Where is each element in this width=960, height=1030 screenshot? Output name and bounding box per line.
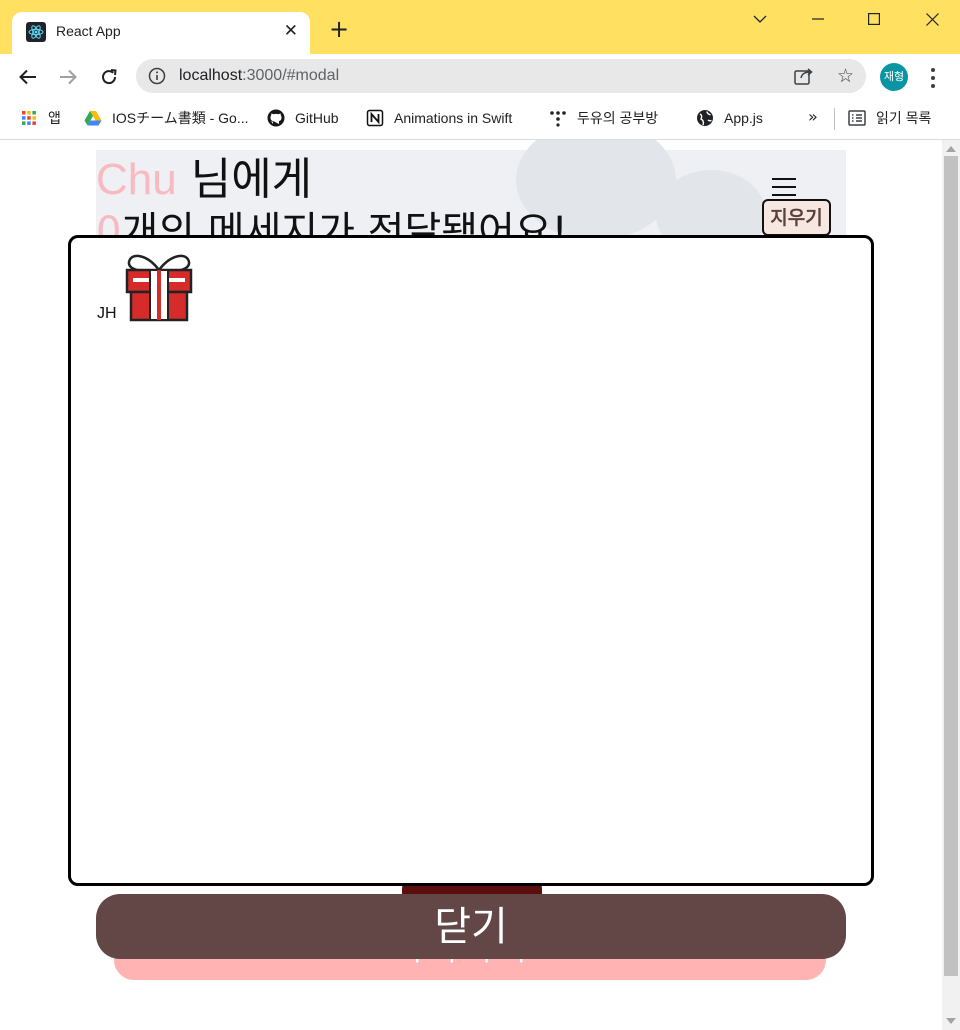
erase-button[interactable]: 지우기 bbox=[762, 199, 831, 236]
reading-list-label: 읽기 목록 bbox=[876, 110, 932, 126]
message-item[interactable]: JH bbox=[95, 242, 205, 322]
tab-search-icon[interactable] bbox=[732, 0, 788, 38]
bookmarks-bar: 앱 IOSチーム書類 - Go... GitHub Animations in … bbox=[0, 100, 960, 140]
bookmark-ios-docs[interactable]: IOSチーム書類 - Go... bbox=[84, 107, 248, 129]
url-path: :3000/#modal bbox=[242, 67, 340, 84]
browser-tab[interactable]: React App ✕ bbox=[12, 12, 310, 54]
scroll-thumb[interactable] bbox=[944, 156, 958, 976]
minimize-icon[interactable] bbox=[790, 0, 846, 38]
close-window-icon[interactable] bbox=[904, 0, 960, 38]
bookmark-label: App.js bbox=[724, 110, 763, 126]
google-drive-icon bbox=[84, 109, 102, 127]
message-modal: JH bbox=[68, 235, 874, 886]
dots-icon bbox=[549, 109, 567, 127]
nickname: Chu bbox=[96, 155, 177, 204]
bookmark-label: GitHub bbox=[295, 110, 339, 126]
notion-icon bbox=[366, 109, 384, 127]
hamburger-menu-icon[interactable] bbox=[772, 178, 798, 196]
forward-icon[interactable] bbox=[54, 63, 82, 91]
page-scrollbar[interactable] bbox=[942, 140, 960, 1030]
greeting-suffix: 님에게 bbox=[190, 154, 313, 205]
reading-list-icon bbox=[848, 109, 866, 127]
close-modal-button[interactable]: 닫기 bbox=[96, 894, 846, 959]
globe-icon bbox=[696, 109, 714, 127]
github-icon bbox=[267, 109, 285, 127]
bookmark-apps[interactable]: 앱 bbox=[20, 107, 61, 129]
reload-icon[interactable] bbox=[95, 63, 123, 91]
browser-toolbar: localhost:3000/#modal ☆ 재형 bbox=[0, 54, 960, 100]
bookmarks-overflow-icon[interactable]: » bbox=[808, 107, 818, 126]
tab-close-icon[interactable]: ✕ bbox=[284, 21, 298, 41]
address-bar[interactable]: localhost:3000/#modal ☆ bbox=[136, 59, 866, 93]
bookmark-github[interactable]: GitHub bbox=[267, 107, 339, 129]
scroll-up-arrow-icon[interactable] bbox=[946, 146, 956, 152]
site-info-icon[interactable] bbox=[148, 67, 166, 85]
url-host: localhost bbox=[179, 67, 243, 84]
browser-titlebar: React App ✕ + bbox=[0, 0, 960, 54]
browser-menu-icon[interactable] bbox=[922, 65, 944, 91]
react-logo-icon bbox=[26, 22, 46, 42]
bookmark-star-icon[interactable]: ☆ bbox=[837, 66, 854, 86]
profile-avatar[interactable]: 재형 bbox=[880, 63, 908, 91]
bookmark-label: Animations in Swift bbox=[394, 110, 513, 126]
bookmark-label: IOSチーム書類 - Go... bbox=[112, 110, 249, 126]
bookmark-appjs[interactable]: App.js bbox=[696, 107, 763, 129]
tab-title: React App bbox=[56, 23, 121, 39]
url-text[interactable]: localhost:3000/#modal bbox=[179, 67, 339, 85]
apps-grid-icon bbox=[20, 109, 38, 127]
bookmark-animations[interactable]: Animations in Swift bbox=[366, 107, 512, 129]
back-icon[interactable] bbox=[14, 63, 42, 91]
share-icon[interactable] bbox=[794, 67, 814, 89]
bookmark-study-room[interactable]: 두유의 공부방 bbox=[549, 107, 658, 129]
gift-icon bbox=[125, 254, 193, 322]
scroll-down-arrow-icon[interactable] bbox=[946, 1018, 956, 1024]
bookmark-label: 앱 bbox=[48, 110, 61, 126]
new-tab-button[interactable]: + bbox=[326, 16, 352, 42]
message-sender: JH bbox=[97, 305, 117, 322]
maximize-icon[interactable] bbox=[846, 0, 902, 38]
bookmarks-divider bbox=[834, 108, 835, 130]
greeting-title: Chu 님에게 bbox=[96, 152, 312, 208]
bookmark-label: 두유의 공부방 bbox=[577, 110, 659, 126]
page-viewport: Chu 님에게 0개의 메세지가 전달됐어요! 지우기 ㅏ ㅏ ㅏ ㅏ JH 닫… bbox=[0, 140, 942, 1030]
reading-list[interactable]: 읽기 목록 bbox=[848, 107, 931, 129]
